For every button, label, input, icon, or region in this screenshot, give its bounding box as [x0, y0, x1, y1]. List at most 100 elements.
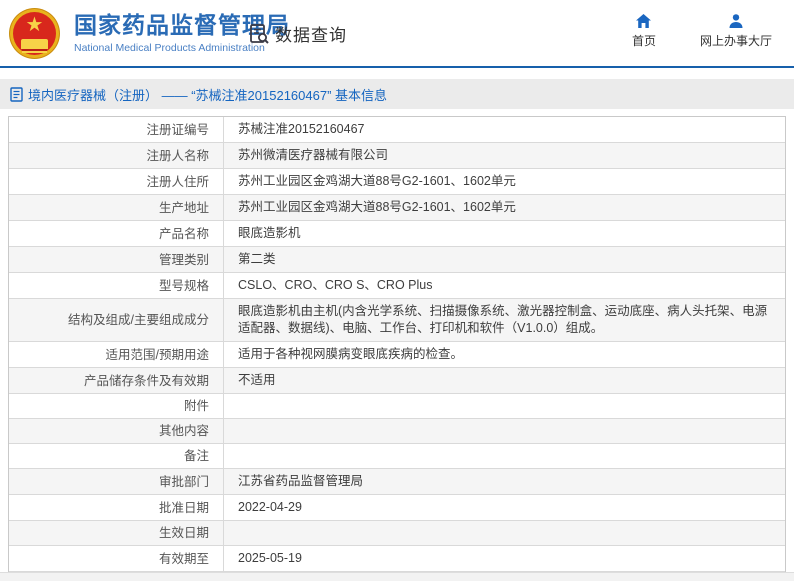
row-label-text: 生产地址: [158, 200, 209, 215]
row-label-text: 型号规格: [158, 278, 209, 293]
doc-search-icon: [248, 23, 270, 45]
table-row: 注册人住所 苏州工业园区金鸡湖大道88号G2-1601、1602单元: [9, 169, 785, 195]
table-row: 其他内容: [9, 419, 785, 444]
user-icon: [728, 13, 744, 29]
row-value-text: 不适用: [238, 373, 276, 387]
row-label-text: 有效期至: [158, 551, 209, 566]
row-value: [223, 394, 785, 418]
nav-online-hall[interactable]: 网上办事大厅: [700, 13, 772, 49]
row-value-text: 适用于各种视网膜病变眼底疾病的检查。: [238, 347, 464, 361]
row-label-text: 注册证编号: [146, 122, 209, 137]
row-value: [223, 444, 785, 468]
row-value: 苏州工业园区金鸡湖大道88号G2-1601、1602单元: [223, 195, 785, 220]
table-row: 生效日期: [9, 521, 785, 546]
row-label: 注册证编号: [9, 117, 223, 142]
row-label-text: 适用范围/预期用途: [105, 347, 209, 362]
row-value: CSLO、CRO、CRO S、CRO Plus: [223, 273, 785, 298]
emblem-gate-icon: [21, 39, 48, 49]
row-value: 苏州工业园区金鸡湖大道88号G2-1601、1602单元: [223, 169, 785, 194]
row-label: 其他内容: [9, 419, 223, 443]
row-label: 附件: [9, 394, 223, 418]
row-label-text: 产品名称: [158, 226, 209, 241]
row-value: 2022-04-29: [223, 495, 785, 520]
table-row: 结构及组成/主要组成成分 眼底造影机由主机(内含光学系统、扫描摄像系统、激光器控…: [9, 299, 785, 342]
row-label: 注册人住所: [9, 169, 223, 194]
table-row: 附件: [9, 394, 785, 419]
table-row: 审批部门 江苏省药品监督管理局: [9, 469, 785, 495]
data-query-label: 数据查询: [275, 26, 347, 45]
breadcrumb-bar: 境内医疗器械（注册） —— “苏械注准20152160467” 基本信息: [0, 79, 794, 109]
national-emblem-logo: ★: [10, 9, 59, 58]
row-value-text: CSLO、CRO、CRO S、CRO Plus: [238, 278, 433, 292]
row-value-text: 苏械注准20152160467: [238, 122, 365, 136]
row-label-text: 注册人名称: [146, 148, 209, 163]
nav-home[interactable]: 首页: [632, 13, 656, 49]
document-icon: [10, 86, 23, 102]
row-label: 适用范围/预期用途: [9, 342, 223, 367]
row-label-text: 备注: [183, 449, 209, 463]
row-label-text: 附件: [183, 399, 209, 413]
row-label: 审批部门: [9, 469, 223, 494]
row-value-text: 第二类: [238, 252, 276, 266]
table-row: 型号规格 CSLO、CRO、CRO S、CRO Plus: [9, 273, 785, 299]
home-icon: [635, 13, 652, 29]
row-label-text: 注册人住所: [146, 174, 209, 189]
row-label-text: 批准日期: [158, 500, 209, 515]
row-label: 产品名称: [9, 221, 223, 246]
top-nav: 首页 网上办事大厅: [632, 13, 772, 49]
row-value-text: 眼底造影机由主机(内含光学系统、扫描摄像系统、激光器控制盒、运动底座、病人头托架…: [238, 304, 768, 335]
registration-info-table: 注册证编号 苏械注准20152160467 注册人名称 苏州微清医疗器械有限公司: [8, 116, 786, 581]
row-label-text: 其他内容: [158, 424, 209, 438]
row-value-text: 江苏省药品监督管理局: [238, 474, 364, 488]
row-value: [223, 419, 785, 443]
row-label-text: 结构及组成/主要组成成分: [68, 313, 209, 327]
row-label: 生效日期: [9, 521, 223, 545]
footer-band: [0, 572, 794, 581]
row-value: 第二类: [223, 247, 785, 272]
row-label: 型号规格: [9, 273, 223, 298]
row-label: 注册人名称: [9, 143, 223, 168]
table-row: 有效期至 2025-05-19: [9, 546, 785, 572]
row-label: 生产地址: [9, 195, 223, 220]
row-value-text: 苏州微清医疗器械有限公司: [238, 148, 389, 162]
row-label-text: 审批部门: [158, 474, 209, 489]
table-row: 备注: [9, 444, 785, 469]
nav-home-label: 首页: [631, 34, 656, 48]
row-label-text: 管理类别: [158, 252, 209, 267]
table-row: 生产地址 苏州工业园区金鸡湖大道88号G2-1601、1602单元: [9, 195, 785, 221]
table-row: 产品名称 眼底造影机: [9, 221, 785, 247]
site-header: ★ 国家药品监督管理局 National Medical Products Ad…: [0, 0, 794, 68]
row-label: 批准日期: [9, 495, 223, 520]
row-label: 产品储存条件及有效期: [9, 368, 223, 393]
table-row: 注册人名称 苏州微清医疗器械有限公司: [9, 143, 785, 169]
nav-online-hall-label: 网上办事大厅: [699, 34, 772, 48]
emblem-star-icon: ★: [25, 14, 44, 36]
row-value-text: 2022-04-29: [238, 500, 302, 514]
data-query-entry[interactable]: 数据查询: [248, 21, 347, 46]
table-row: 适用范围/预期用途 适用于各种视网膜病变眼底疾病的检查。: [9, 342, 785, 368]
row-value: 苏州微清医疗器械有限公司: [223, 143, 785, 168]
row-label: 结构及组成/主要组成成分: [9, 299, 223, 341]
row-value: 适用于各种视网膜病变眼底疾病的检查。: [223, 342, 785, 367]
row-value: 江苏省药品监督管理局: [223, 469, 785, 494]
row-value: 眼底造影机由主机(内含光学系统、扫描摄像系统、激光器控制盒、运动底座、病人头托架…: [223, 299, 785, 341]
row-label: 备注: [9, 444, 223, 468]
row-label-text: 产品储存条件及有效期: [83, 373, 209, 388]
row-label: 有效期至: [9, 546, 223, 571]
row-value-text: 眼底造影机: [238, 226, 301, 240]
row-label-text: 生效日期: [158, 526, 209, 540]
row-value-text: 苏州工业园区金鸡湖大道88号G2-1601、1602单元: [238, 174, 516, 188]
table-row: 管理类别 第二类: [9, 247, 785, 273]
row-value: 眼底造影机: [223, 221, 785, 246]
row-value-text: 苏州工业园区金鸡湖大道88号G2-1601、1602单元: [238, 200, 516, 214]
row-value: 不适用: [223, 368, 785, 393]
row-value: [223, 521, 785, 545]
row-value: 2025-05-19: [223, 546, 785, 571]
row-value: 苏械注准20152160467: [223, 117, 785, 142]
breadcrumb: 境内医疗器械（注册） —— “苏械注准20152160467” 基本信息: [28, 87, 388, 103]
row-label: 管理类别: [9, 247, 223, 272]
table-row: 产品储存条件及有效期 不适用: [9, 368, 785, 394]
table-row: 注册证编号 苏械注准20152160467: [9, 117, 785, 143]
row-value-text: 2025-05-19: [238, 551, 302, 565]
table-row: 批准日期 2022-04-29: [9, 495, 785, 521]
